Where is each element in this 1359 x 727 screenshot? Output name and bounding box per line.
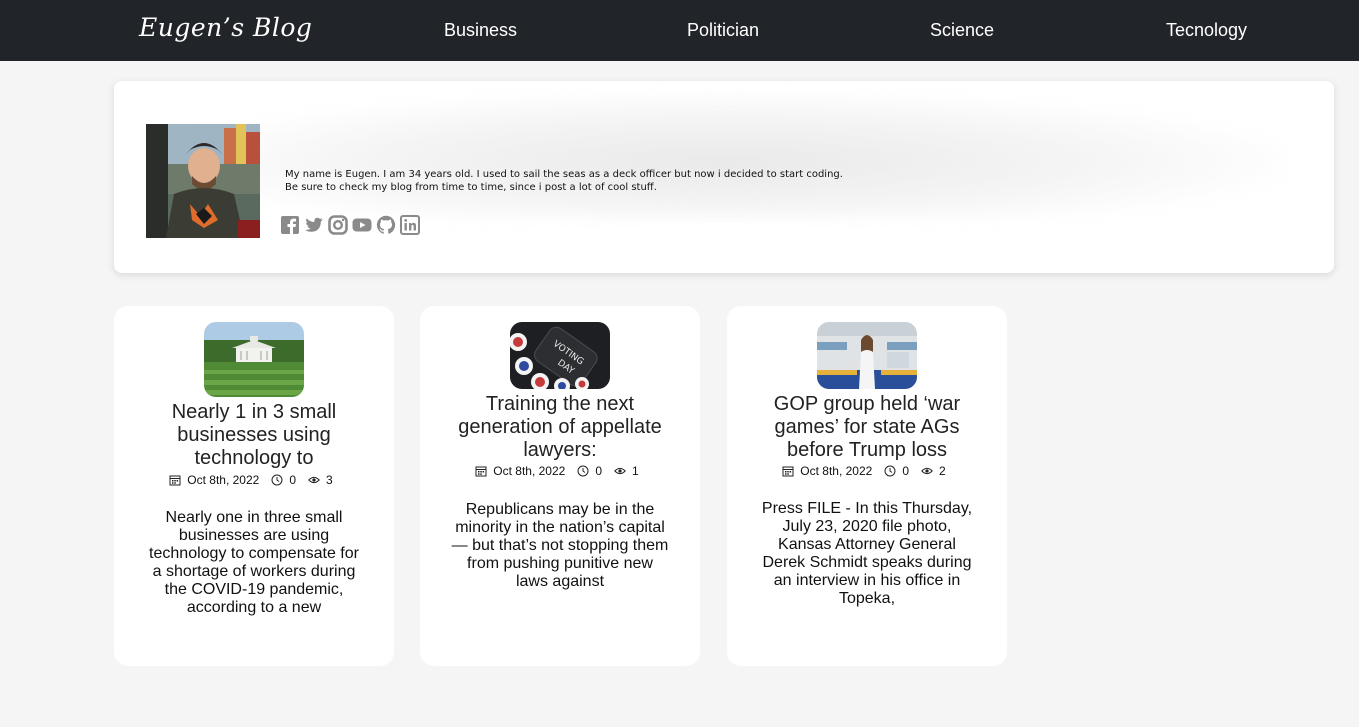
comment-count: 0	[902, 464, 910, 478]
github-icon[interactable]	[376, 215, 396, 235]
nav-link-science[interactable]: Science	[930, 20, 994, 41]
post-thumbnail[interactable]	[204, 322, 304, 397]
post-card[interactable]: Nearly 1 in 3 small businesses using tec…	[114, 306, 394, 666]
youtube-icon[interactable]	[352, 215, 372, 235]
avatar	[146, 124, 260, 238]
bio-text: My name is Eugen. I am 34 years old. I u…	[285, 168, 843, 194]
post-meta: Oct 8th, 2022 0 2	[727, 464, 1007, 478]
calendar-icon	[782, 465, 794, 477]
post-thumbnail[interactable]	[817, 322, 917, 389]
post-card[interactable]: VOTING DAY Training the next generation …	[420, 306, 700, 666]
nav-link-business[interactable]: Business	[444, 20, 517, 41]
post-thumbnail[interactable]: VOTING DAY	[510, 322, 610, 389]
post-card[interactable]: GOP group held ‘war games’ for state AGs…	[727, 306, 1007, 666]
bio-line-2: Be sure to check my blog from time to ti…	[285, 182, 657, 193]
view-count: 1	[632, 464, 639, 478]
post-title[interactable]: Nearly 1 in 3 small businesses using tec…	[144, 401, 364, 470]
view-count: 3	[326, 473, 333, 487]
post-date: Oct 8th, 2022	[493, 464, 566, 478]
instagram-icon[interactable]	[328, 215, 348, 235]
post-meta: Oct 8th, 2022 0 1	[420, 464, 700, 478]
post-title[interactable]: GOP group held ‘war games’ for state AGs…	[757, 393, 977, 462]
eye-icon	[614, 465, 626, 477]
navbar: Eugen’s Blog Business Politician Science…	[0, 0, 1359, 61]
facebook-icon[interactable]	[280, 215, 300, 235]
eye-icon	[921, 465, 933, 477]
post-title[interactable]: Training the next generation of appellat…	[450, 393, 670, 462]
blurred-background	[164, 93, 1284, 218]
post-excerpt: Nearly one in three small businesses are…	[149, 509, 359, 616]
profile-card: My name is Eugen. I am 34 years old. I u…	[114, 81, 1334, 273]
comment-count: 0	[595, 464, 603, 478]
nav-link-politician[interactable]: Politician	[687, 20, 759, 41]
clock-icon	[884, 465, 896, 477]
post-excerpt: Press FILE - In this Thursday, July 23, …	[761, 500, 973, 607]
social-links	[280, 215, 420, 235]
post-date: Oct 8th, 2022	[800, 464, 873, 478]
twitter-icon[interactable]	[304, 215, 324, 235]
post-meta: Oct 8th, 2022 0 3	[114, 473, 394, 487]
post-date: Oct 8th, 2022	[187, 473, 260, 487]
calendar-icon	[475, 465, 487, 477]
comment-count: 0	[289, 473, 297, 487]
eye-icon	[308, 474, 320, 486]
clock-icon	[577, 465, 589, 477]
clock-icon	[271, 474, 283, 486]
nav-link-tecnology[interactable]: Tecnology	[1166, 20, 1247, 41]
brand-logo[interactable]: Eugen’s Blog	[139, 13, 312, 42]
calendar-icon	[169, 474, 181, 486]
linkedin-icon[interactable]	[400, 215, 420, 235]
bio-line-1: My name is Eugen. I am 34 years old. I u…	[285, 169, 843, 180]
post-excerpt: Republicans may be in the minority in th…	[451, 501, 669, 590]
view-count: 2	[939, 464, 946, 478]
